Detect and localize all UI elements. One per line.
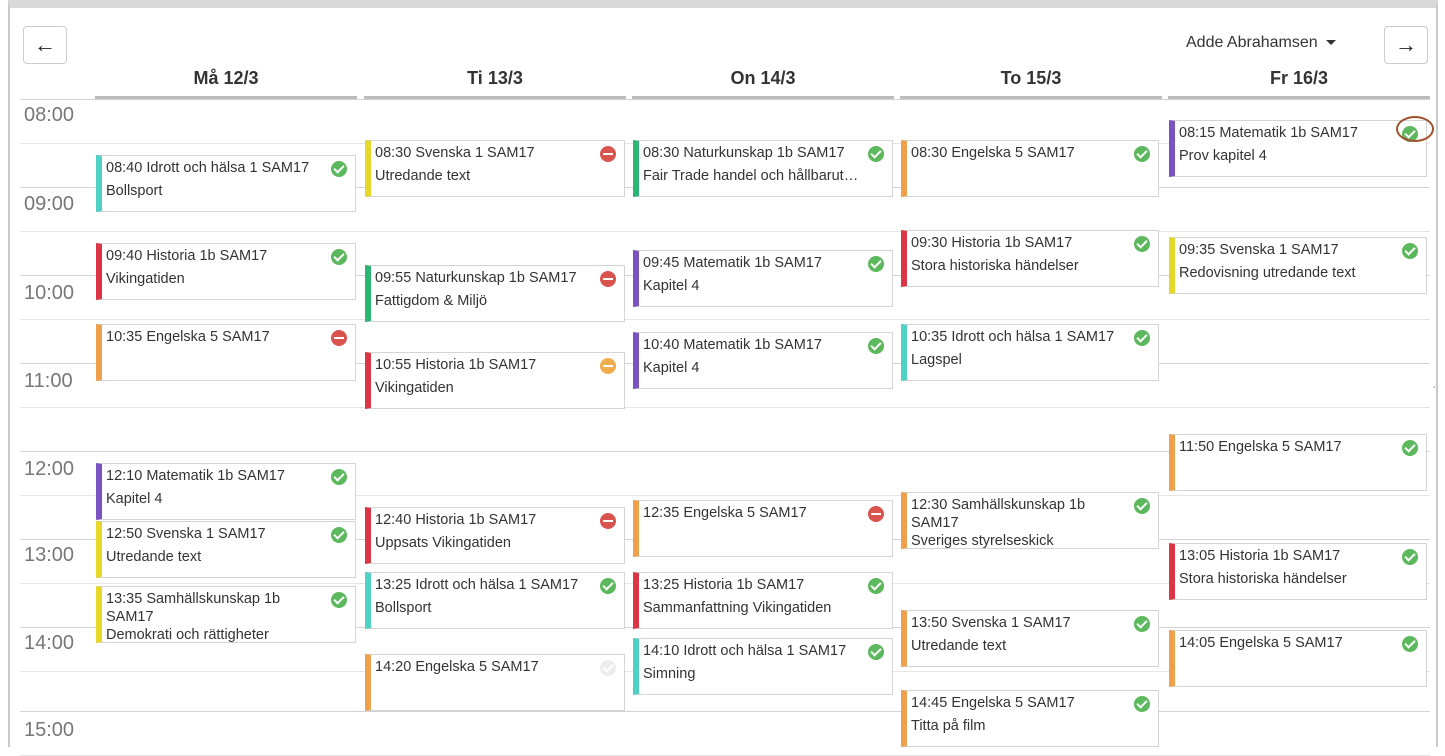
event-card[interactable]: 11:50 Engelska 5 SAM17 <box>1169 434 1427 491</box>
time-label: 08:00 <box>24 104 75 126</box>
status-ok-icon <box>1402 243 1418 259</box>
status-ok-icon <box>331 527 347 543</box>
day-header-thu: To 15/3 <box>1000 68 1062 88</box>
time-label: 09:00 <box>24 193 75 215</box>
grid-line <box>20 407 1430 408</box>
event-card[interactable]: 13:25 Idrott och hälsa 1 SAM17 Bollsport <box>365 572 625 629</box>
status-ok-icon <box>868 644 884 660</box>
event-card[interactable]: 08:15 Matematik 1b SAM17 Prov kapitel 4 <box>1169 120 1427 177</box>
event-card[interactable]: 08:30 Engelska 5 SAM17 <box>901 140 1159 197</box>
next-week-button[interactable]: → <box>1384 26 1428 64</box>
status-ok-icon <box>1134 146 1150 162</box>
event-card[interactable]: 12:10 Matematik 1b SAM17 Kapitel 4 <box>96 463 356 520</box>
time-label: 12:00 <box>24 458 75 480</box>
grid-line <box>20 99 1430 100</box>
status-ok-icon <box>1402 549 1418 565</box>
user-name: Adde Abrahamsen <box>1186 34 1318 51</box>
event-card[interactable]: 09:30 Historia 1b SAM17 Stora historiska … <box>901 230 1159 287</box>
event-card[interactable]: 12:30 Samhällskunskap 1b SAM17 Sveriges s… <box>901 492 1159 549</box>
time-label: 10:00 <box>24 282 75 304</box>
status-blocked-icon <box>331 330 347 346</box>
time-label: 14:00 <box>24 632 75 654</box>
user-menu[interactable]: Adde Abrahamsen <box>1186 34 1336 52</box>
status-ok-icon <box>868 146 884 162</box>
event-card[interactable]: 14:10 Idrott och hälsa 1 SAM17 Simning <box>633 638 893 695</box>
status-ok-icon <box>868 338 884 354</box>
status-ok-icon <box>331 249 347 265</box>
status-blocked-icon <box>600 513 616 529</box>
status-ok-icon <box>868 256 884 272</box>
status-ok-icon <box>1402 440 1418 456</box>
event-card[interactable]: 09:45 Matematik 1b SAM17 Kapitel 4 <box>633 250 893 307</box>
highlight-circle <box>1396 116 1434 142</box>
status-ok-icon <box>868 578 884 594</box>
status-ok-icon <box>331 161 347 177</box>
event-card[interactable]: 14:45 Engelska 5 SAM17 Titta på film <box>901 690 1159 747</box>
status-ok-icon <box>1134 236 1150 252</box>
event-card[interactable]: 08:40 Idrott och hälsa 1 SAM17 Bollsport <box>96 155 356 212</box>
event-card[interactable]: 13:05 Historia 1b SAM17 Stora historiska … <box>1169 543 1427 600</box>
event-card[interactable]: 10:35 Idrott och hälsa 1 SAM17 Lagspel <box>901 324 1159 381</box>
status-ok-icon <box>331 592 347 608</box>
status-blocked-icon <box>600 271 616 287</box>
day-header-mon: Må 12/3 <box>193 68 259 88</box>
event-card[interactable]: 09:55 Naturkunskap 1b SAM17 Fattigdom & M… <box>365 265 625 322</box>
event-card[interactable]: 14:05 Engelska 5 SAM17 <box>1169 630 1427 687</box>
grid-line <box>20 319 1430 320</box>
status-ok-icon <box>331 469 347 485</box>
event-card[interactable]: 14:20 Engelska 5 SAM17 <box>365 654 625 711</box>
event-card[interactable]: 13:35 Samhällskunskap 1b SAM17 Demokrati … <box>96 586 356 643</box>
time-label: 11:00 <box>24 370 73 392</box>
status-ok-icon <box>1402 636 1418 652</box>
arrow-right-icon: → <box>1395 32 1417 57</box>
event-card[interactable]: 09:35 Svenska 1 SAM17 Redovisning utredan… <box>1169 237 1427 294</box>
status-ok-icon <box>1134 696 1150 712</box>
status-ok-icon <box>1134 616 1150 632</box>
event-card[interactable]: 12:40 Historia 1b SAM17 Uppsats Vikingati… <box>365 507 625 564</box>
event-card[interactable]: 10:40 Matematik 1b SAM17 Kapitel 4 <box>633 332 893 389</box>
grid-line <box>20 231 1430 232</box>
event-card[interactable]: 13:25 Historia 1b SAM17 Sammanfattning Vi… <box>633 572 893 629</box>
arrow-left-icon: ← <box>34 32 56 57</box>
day-header-wed: On 14/3 <box>730 68 796 88</box>
side-mark: · <box>1432 378 1437 394</box>
status-ok-icon <box>600 578 616 594</box>
day-header-tue: Ti 13/3 <box>467 68 523 88</box>
event-card[interactable]: 12:50 Svenska 1 SAM17 Utredande text <box>96 521 356 578</box>
event-card[interactable]: 13:50 Svenska 1 SAM17 Utredande text <box>901 610 1159 667</box>
status-blocked-icon <box>868 506 884 522</box>
status-pending-icon <box>600 660 616 676</box>
event-card[interactable]: 08:30 Naturkunskap 1b SAM17 Fair Trade ha… <box>633 140 893 197</box>
day-header-fri: Fr 16/3 <box>1269 68 1329 88</box>
status-warning-icon <box>600 358 616 374</box>
status-ok-icon <box>1134 330 1150 346</box>
event-card[interactable]: 08:30 Svenska 1 SAM17 Utredande text <box>365 140 625 197</box>
event-card[interactable]: 10:35 Engelska 5 SAM17 <box>96 324 356 381</box>
grid-line <box>20 711 1430 712</box>
event-card[interactable]: 09:40 Historia 1b SAM17 Vikingatiden <box>96 243 356 300</box>
prev-week-button[interactable]: ← <box>23 26 67 64</box>
time-label: 15:00 <box>24 719 75 741</box>
status-blocked-icon <box>600 146 616 162</box>
event-card[interactable]: 12:35 Engelska 5 SAM17 <box>633 500 893 557</box>
event-card[interactable]: 10:55 Historia 1b SAM17 Vikingatiden <box>365 352 625 409</box>
time-label: 13:00 <box>24 544 75 566</box>
caret-down-icon <box>1325 40 1336 46</box>
status-ok-icon <box>1134 498 1150 514</box>
